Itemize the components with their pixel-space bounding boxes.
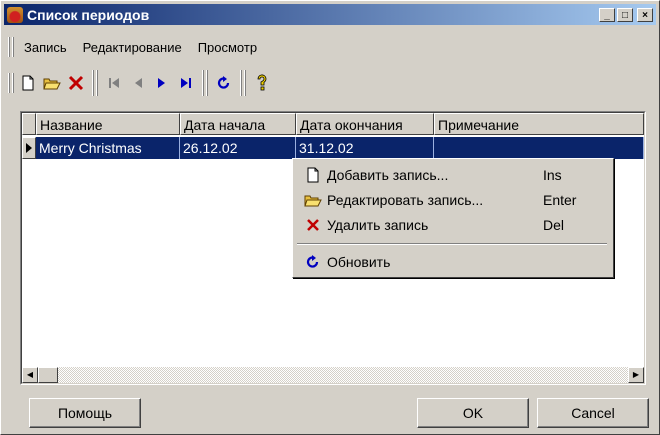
ok-button[interactable]: OK xyxy=(417,398,529,428)
menu-bar: Запись Редактирование Просмотр xyxy=(4,35,656,59)
close-button[interactable]: × xyxy=(637,7,653,22)
help-button[interactable]: Помощь xyxy=(29,398,141,428)
menu-edit[interactable]: Редактирование xyxy=(75,40,190,55)
context-menu: Добавить запись... Ins Редактировать зап… xyxy=(292,158,614,278)
delete-x-icon xyxy=(301,218,325,232)
cell-start-date[interactable]: 26.12.02 xyxy=(180,137,296,159)
context-item-shortcut: Del xyxy=(543,216,565,233)
context-item-delete[interactable]: Удалить запись Del xyxy=(295,213,611,236)
refresh-icon xyxy=(301,254,325,270)
scroll-thumb[interactable] xyxy=(38,367,58,383)
context-item-label: Редактировать запись... xyxy=(327,191,484,208)
window-title: Список периодов xyxy=(27,6,150,23)
maximize-button[interactable]: □ xyxy=(617,7,633,22)
toolbar-separator xyxy=(240,70,246,96)
toolbar-grip[interactable] xyxy=(8,73,14,93)
context-item-refresh[interactable]: Обновить xyxy=(295,250,611,273)
title-bar[interactable]: Список периодов _ □ × xyxy=(4,4,656,25)
context-item-add[interactable]: Добавить запись... Ins xyxy=(295,163,611,186)
row-indicator-arrow-icon xyxy=(22,137,36,159)
scroll-right-button[interactable]: ▶ xyxy=(628,367,644,383)
menu-record[interactable]: Запись xyxy=(16,40,75,55)
delete-x-icon[interactable] xyxy=(64,71,88,95)
grid-header: Название Дата начала Дата окончания Прим… xyxy=(22,113,644,137)
context-item-label: Добавить запись... xyxy=(327,166,449,183)
column-header-start-date[interactable]: Дата начала xyxy=(180,113,296,135)
last-record-icon[interactable] xyxy=(174,71,198,95)
minimize-button[interactable]: _ xyxy=(599,7,615,22)
open-folder-icon xyxy=(301,192,325,208)
next-record-icon[interactable] xyxy=(150,71,174,95)
column-header-note[interactable]: Примечание xyxy=(434,113,644,135)
cell-note[interactable] xyxy=(434,137,644,159)
prev-record-icon[interactable] xyxy=(126,71,150,95)
toolbar xyxy=(4,67,656,99)
table-row[interactable]: Merry Christmas 26.12.02 31.12.02 xyxy=(22,137,644,159)
app-icon xyxy=(7,6,23,23)
context-item-label: Обновить xyxy=(327,253,391,270)
context-item-edit[interactable]: Редактировать запись... Enter xyxy=(295,188,611,211)
refresh-icon[interactable] xyxy=(212,71,236,95)
column-header-end-date[interactable]: Дата окончания xyxy=(296,113,434,135)
menu-view[interactable]: Просмотр xyxy=(190,40,265,55)
context-menu-separator xyxy=(297,243,607,245)
new-document-icon[interactable] xyxy=(16,71,40,95)
period-list-window: Список периодов _ □ × Запись Редактирова… xyxy=(0,0,660,435)
cancel-button[interactable]: Cancel xyxy=(537,398,649,428)
column-header-name[interactable]: Название xyxy=(36,113,180,135)
first-record-icon[interactable] xyxy=(102,71,126,95)
horizontal-scrollbar[interactable]: ◀ ▶ xyxy=(22,367,644,383)
help-key-icon[interactable] xyxy=(250,71,274,95)
context-item-label: Удалить запись xyxy=(327,216,429,233)
header-corner xyxy=(22,113,36,135)
new-document-icon xyxy=(301,167,325,183)
cell-name[interactable]: Merry Christmas xyxy=(36,137,180,159)
menubar-grip[interactable] xyxy=(8,37,14,57)
scroll-left-button[interactable]: ◀ xyxy=(22,367,38,383)
open-folder-icon[interactable] xyxy=(40,71,64,95)
context-item-shortcut: Ins xyxy=(543,166,562,183)
toolbar-separator xyxy=(202,70,208,96)
cell-end-date[interactable]: 31.12.02 xyxy=(296,137,434,159)
context-item-shortcut: Enter xyxy=(543,191,577,208)
toolbar-separator xyxy=(92,70,98,96)
